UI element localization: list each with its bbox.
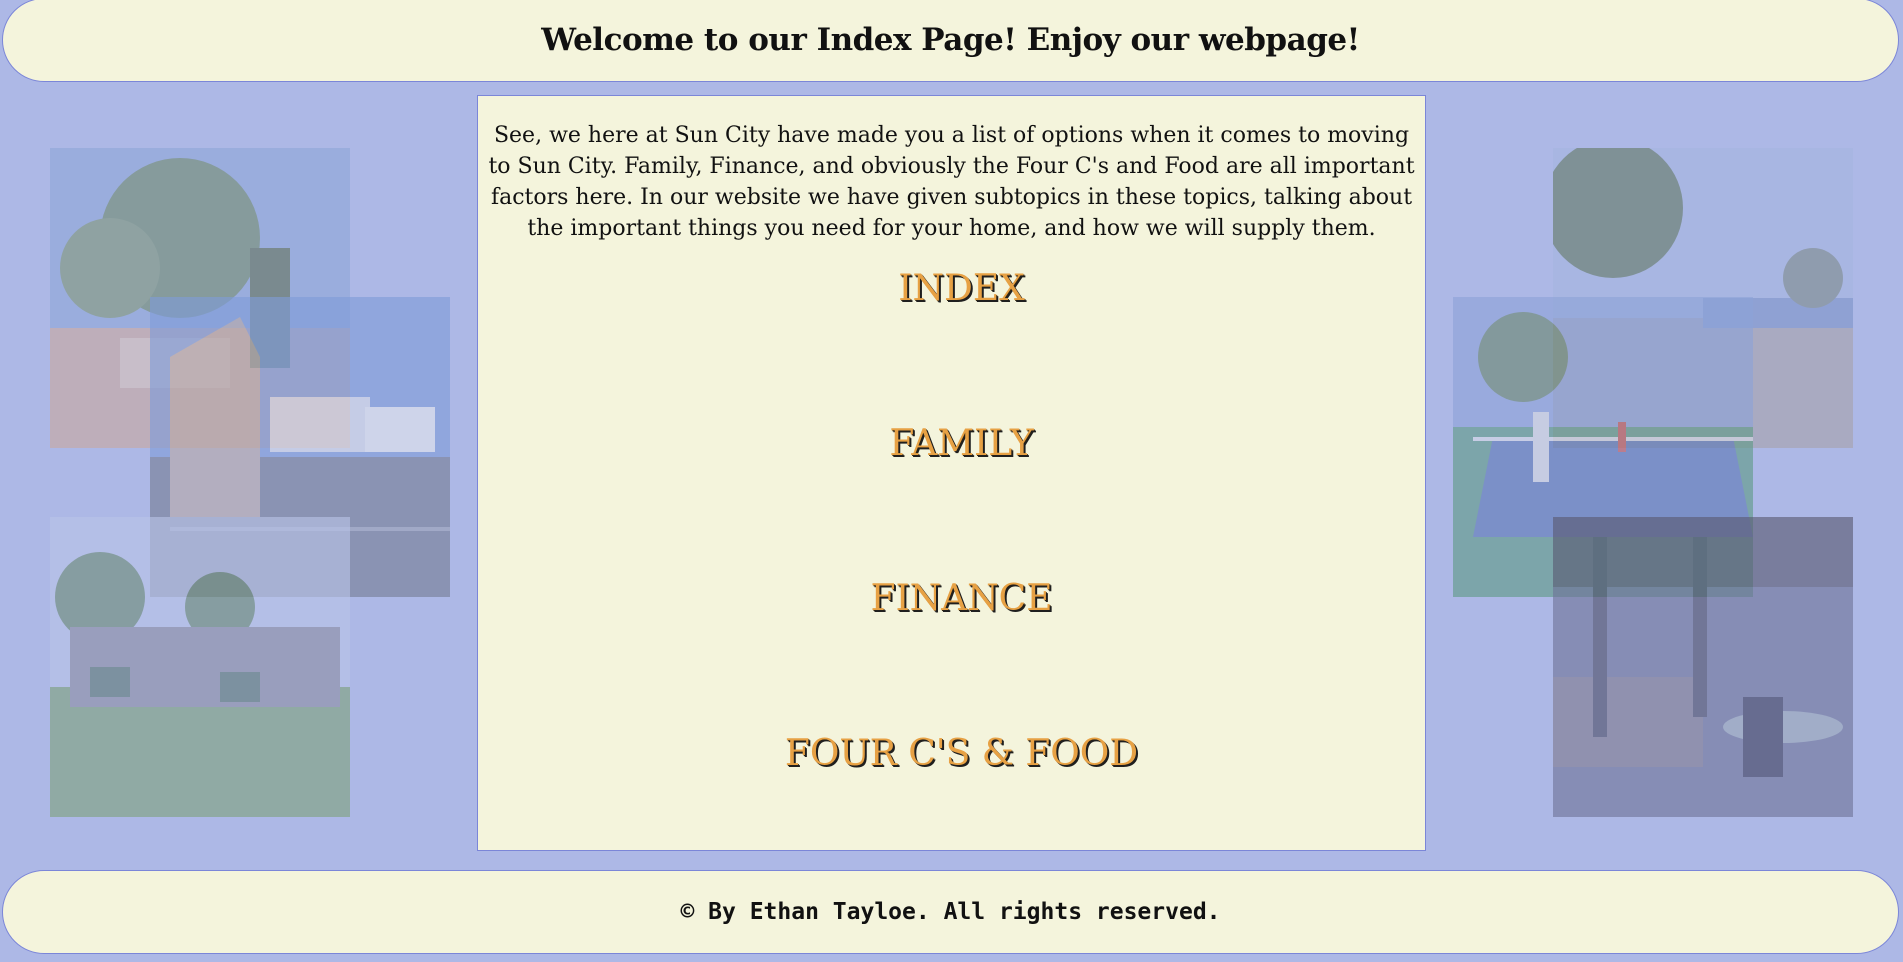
intro-paragraph: See, we here at Sun City have made you a…	[488, 123, 1415, 241]
nav-link-finance[interactable]: FINANCE	[870, 576, 1052, 622]
nav-item-four-cs-food: FOUR C'S & FOOD	[478, 731, 1425, 886]
copyright-text: © By Ethan Tayloe. All rights reserved.	[680, 899, 1221, 925]
nav-item-family: FAMILY	[478, 421, 1425, 576]
page-footer: © By Ethan Tayloe. All rights reserved.	[2, 870, 1899, 954]
topic-nav: INDEX FAMILY FINANCE FOUR C'S & FOOD	[478, 266, 1425, 886]
nav-item-finance: FINANCE	[478, 576, 1425, 731]
nav-link-four-cs-food[interactable]: FOUR C'S & FOOD	[785, 731, 1138, 777]
nav-link-family[interactable]: FAMILY	[889, 421, 1033, 467]
main-content-panel: See, we here at Sun City have made you a…	[477, 95, 1426, 851]
nav-link-index[interactable]: INDEX	[898, 266, 1025, 312]
page-header: Welcome to our Index Page! Enjoy our web…	[2, 0, 1899, 82]
page-title: Welcome to our Index Page! Enjoy our web…	[541, 22, 1360, 58]
restaurant-patio-photo	[1553, 517, 1853, 817]
nav-item-index: INDEX	[478, 266, 1425, 421]
shuffleboard-courts-photo	[50, 517, 350, 817]
